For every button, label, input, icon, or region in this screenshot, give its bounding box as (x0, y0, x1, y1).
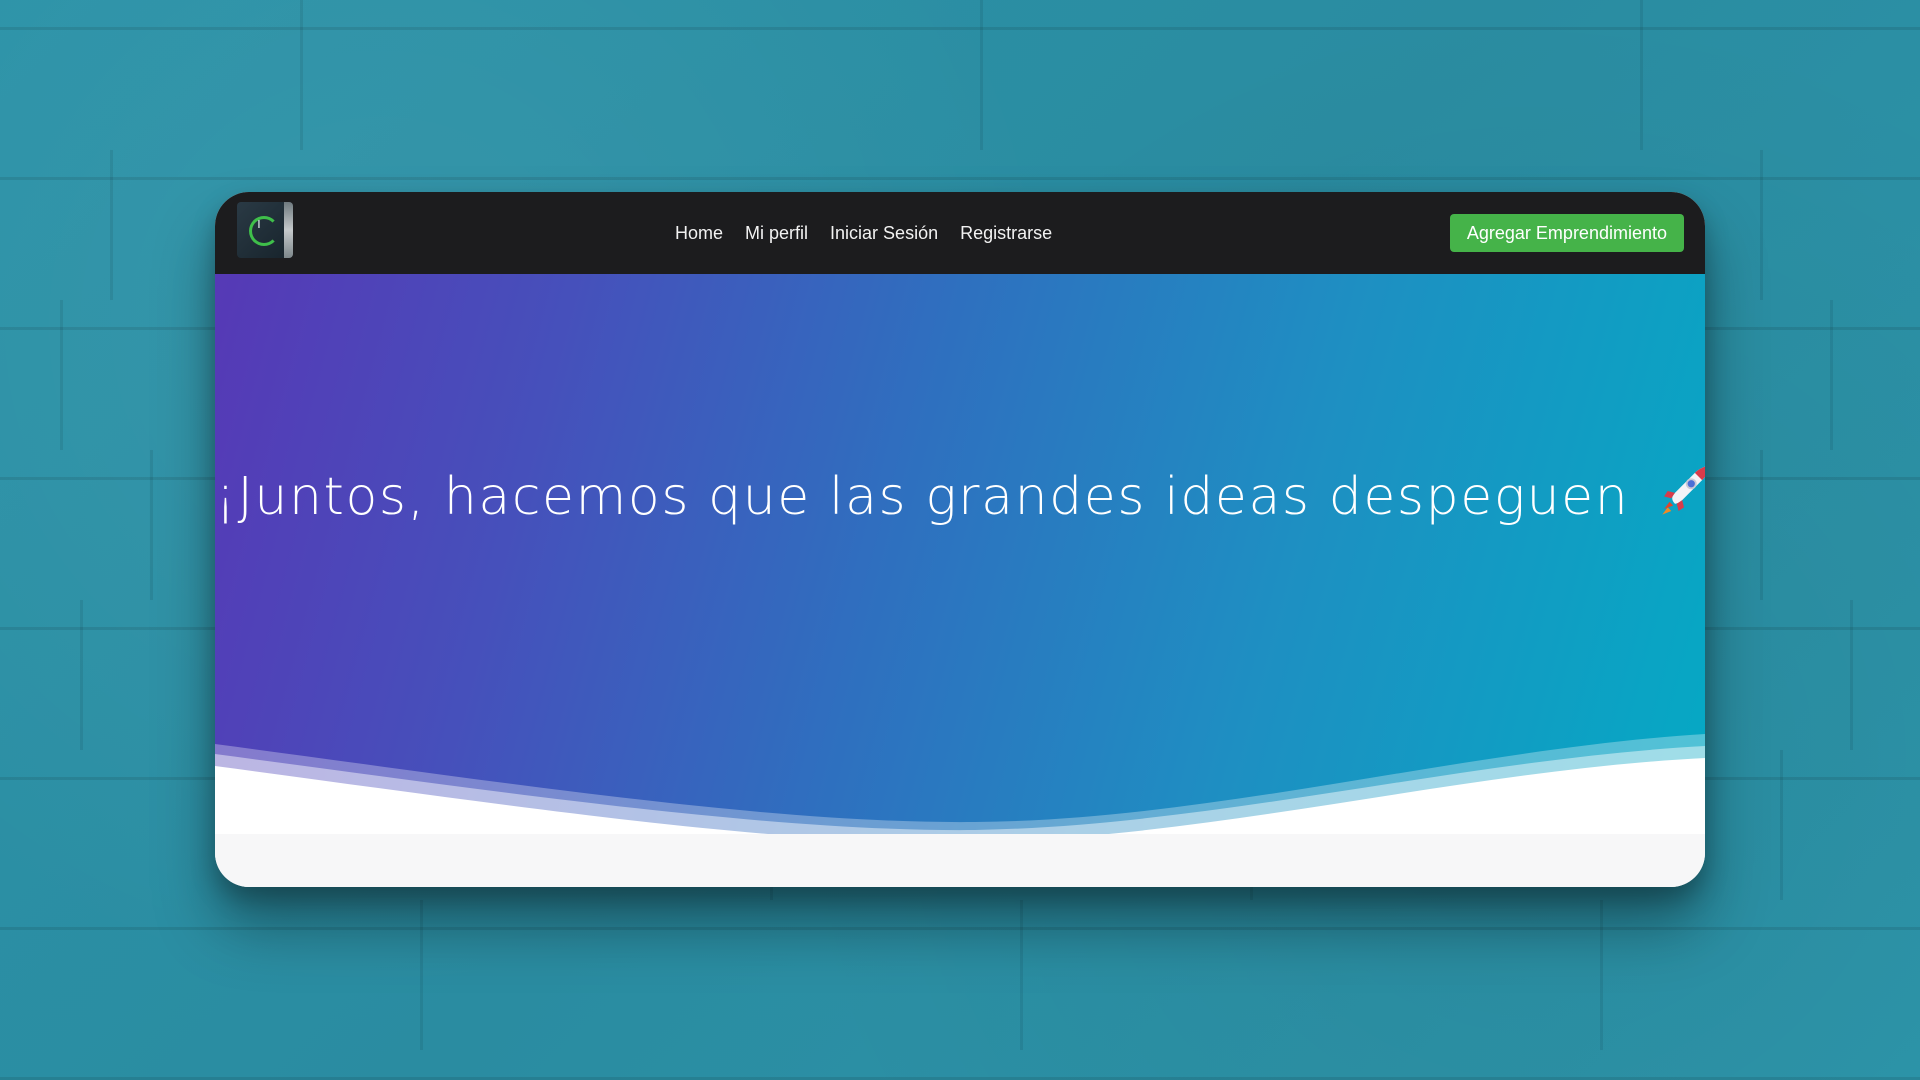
logo-ring (249, 216, 279, 246)
nav-link-mi-perfil[interactable]: Mi perfil (745, 223, 808, 244)
wall-joint (420, 900, 423, 1050)
wall-row (0, 900, 1920, 1050)
wall-joint (80, 600, 83, 750)
page-content-area (215, 834, 1705, 887)
website-window: ı Home Mi perfil Iniciar Sesión Registra… (215, 192, 1705, 887)
wall-row (0, 0, 1920, 150)
nav-link-registrarse[interactable]: Registrarse (960, 223, 1052, 244)
wall-joint (150, 450, 153, 600)
nav-link-home[interactable]: Home (675, 223, 723, 244)
hero-banner: ¡Juntos, hacemos que las grandes ideas d… (215, 274, 1705, 834)
logo-stripe (284, 202, 293, 258)
wall-joint (1830, 300, 1833, 450)
hero-title: ¡Juntos, hacemos que las grandes ideas d… (215, 462, 1705, 533)
wall-joint (60, 300, 63, 450)
wall-joint (1760, 450, 1763, 600)
logo-glyph: ı (257, 216, 261, 232)
wall-joint (1760, 150, 1763, 300)
wall-joint (1640, 0, 1643, 150)
nav-link-iniciar-sesion[interactable]: Iniciar Sesión (830, 223, 938, 244)
wall-joint (1600, 900, 1603, 1050)
nav-links: Home Mi perfil Iniciar Sesión Registrars… (675, 192, 1052, 274)
hero-wave (215, 734, 1705, 834)
wall-joint (1850, 600, 1853, 750)
wall-joint (1780, 750, 1783, 900)
rocket-icon (1655, 462, 1705, 533)
add-venture-button[interactable]: Agregar Emprendimiento (1449, 214, 1684, 252)
brand-logo-icon[interactable]: ı (237, 202, 293, 258)
wall-joint (1020, 900, 1023, 1050)
wall-joint (980, 0, 983, 150)
wall-joint (110, 150, 113, 300)
hero-title-text: ¡Juntos, hacemos que las grandes ideas d… (215, 467, 1630, 527)
navbar: ı Home Mi perfil Iniciar Sesión Registra… (215, 192, 1705, 274)
wall-joint (300, 0, 303, 150)
